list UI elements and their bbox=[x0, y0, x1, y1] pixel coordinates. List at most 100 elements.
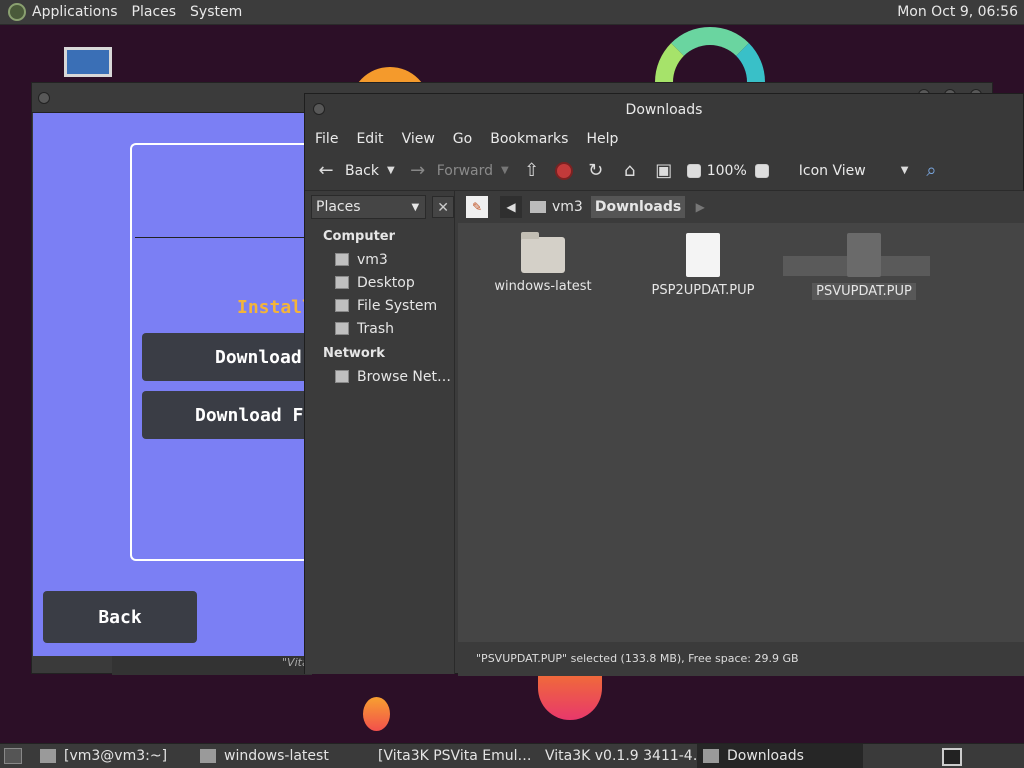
back-history-dropdown-icon[interactable]: ▼ bbox=[387, 165, 395, 176]
search-icon: ⌕ bbox=[926, 159, 937, 181]
menubar: File Edit View Go Bookmarks Help bbox=[305, 126, 1023, 151]
menu-go[interactable]: Go bbox=[453, 131, 472, 147]
download-firmware-button[interactable]: Download Fo bbox=[142, 391, 312, 439]
file-name: PSP2UPDAT.PUP bbox=[651, 283, 755, 298]
status-bar: "PSVUPDAT.PUP" selected (133.8 MB), Free… bbox=[458, 642, 1024, 676]
file-name: PSVUPDAT.PUP bbox=[812, 283, 916, 300]
back-button[interactable]: ← Back ▼ bbox=[315, 160, 395, 182]
sidebar: Places ▼ ✕ Computer vm3 Desktop File Sys… bbox=[305, 191, 455, 674]
workspace-switcher[interactable] bbox=[942, 748, 962, 766]
window-menu-icon[interactable] bbox=[38, 92, 50, 104]
trash-icon bbox=[335, 322, 349, 335]
network-icon bbox=[335, 370, 349, 383]
path-item-vm3[interactable]: vm3 bbox=[526, 196, 587, 218]
zoom-control[interactable]: 100% bbox=[686, 162, 775, 179]
taskbar-item-terminal[interactable]: [vm3@vm3:~] bbox=[24, 744, 194, 768]
menu-file[interactable]: File bbox=[315, 131, 338, 147]
stop-icon bbox=[554, 161, 573, 180]
search-button[interactable]: ⌕ bbox=[920, 160, 942, 182]
computer-icon: ▣ bbox=[655, 159, 673, 181]
home-folder-icon: ⌂ bbox=[624, 159, 636, 181]
view-mode-value: Icon View bbox=[798, 162, 866, 179]
taskbar-item-vita3k-emulator[interactable]: [Vita3K PSVita Emul… bbox=[364, 744, 531, 768]
window-body: Places ▼ ✕ Computer vm3 Desktop File Sys… bbox=[305, 191, 1024, 676]
vita3k-client-area: Install Download Download Fo Back bbox=[33, 113, 330, 656]
path-item-downloads[interactable]: Downloads bbox=[590, 196, 686, 218]
computer-button[interactable]: ▣ bbox=[653, 160, 675, 182]
file-icon bbox=[847, 233, 881, 277]
folder-icon bbox=[200, 749, 216, 763]
top-panel: Applications Places System Mon Oct 9, 06… bbox=[0, 0, 1024, 25]
up-button[interactable]: ⇧ bbox=[521, 160, 543, 182]
menu-bookmarks[interactable]: Bookmarks bbox=[490, 131, 568, 147]
menu-edit[interactable]: Edit bbox=[356, 131, 383, 147]
chevron-down-icon: ▼ bbox=[900, 165, 909, 176]
path-item-label: vm3 bbox=[552, 199, 583, 215]
taskbar-item-label: Vita3K v0.1.9 3411-4… bbox=[545, 748, 697, 764]
menu-system[interactable]: System bbox=[190, 4, 242, 20]
sidebar-type-select[interactable]: Places ▼ bbox=[311, 195, 427, 219]
back-button[interactable]: Back bbox=[43, 591, 197, 643]
sidebar-item-label: vm3 bbox=[357, 251, 388, 268]
close-sidebar-button[interactable]: ✕ bbox=[432, 196, 454, 218]
view-mode-select[interactable]: Icon View ▼ bbox=[793, 163, 909, 179]
menu-view[interactable]: View bbox=[402, 131, 435, 147]
up-arrow-icon: ⇧ bbox=[524, 159, 540, 181]
sidebar-item-file-system[interactable]: File System bbox=[305, 294, 454, 317]
zoom-in-icon[interactable] bbox=[754, 163, 769, 178]
chevron-down-icon: ▼ bbox=[411, 201, 420, 213]
wallpaper-pink-shape bbox=[538, 675, 602, 720]
taskbar-item-vita3k-main[interactable]: Vita3K v0.1.9 3411-4… bbox=[531, 744, 697, 768]
menu-places[interactable]: Places bbox=[132, 4, 177, 20]
computer-desktop-icon[interactable] bbox=[64, 47, 112, 77]
window-title: Downloads bbox=[625, 102, 703, 118]
path-scroll-right-button[interactable]: ▶ bbox=[689, 196, 711, 218]
home-folder-icon bbox=[530, 201, 546, 213]
taskbar-item-windows-latest[interactable]: windows-latest bbox=[194, 744, 364, 768]
taskbar-item-label: [Vita3K PSVita Emul… bbox=[378, 748, 531, 764]
taskbar-item-label: Downloads bbox=[727, 748, 804, 764]
sidebar-item-trash[interactable]: Trash bbox=[305, 317, 454, 340]
back-label: Back bbox=[345, 162, 379, 179]
taskbar-item-downloads[interactable]: Downloads bbox=[697, 743, 863, 768]
vita3k-status: "Vita bbox=[112, 656, 312, 675]
menu-help[interactable]: Help bbox=[586, 131, 618, 147]
sidebar-item-browse-network[interactable]: Browse Net… bbox=[305, 365, 454, 388]
location-toggle-button[interactable]: ✎ bbox=[466, 196, 488, 218]
folder-icon bbox=[521, 232, 565, 273]
forward-button[interactable]: → Forward ▼ bbox=[407, 160, 509, 182]
clock[interactable]: Mon Oct 9, 06:56 bbox=[897, 4, 1018, 20]
menu-applications[interactable]: Applications bbox=[32, 4, 118, 20]
sidebar-item-label: File System bbox=[357, 297, 438, 314]
terminal-icon bbox=[40, 749, 56, 763]
sidebar-section-computer: Computer bbox=[323, 229, 396, 244]
reload-icon: ↻ bbox=[588, 159, 604, 181]
taskbar-item-label: windows-latest bbox=[224, 748, 329, 764]
window-titlebar[interactable]: Downloads bbox=[305, 94, 1023, 126]
file-grid: windows-latest PSP2UPDAT.PUP PSVUPDAT.PU… bbox=[458, 223, 1024, 644]
file-item-folder[interactable]: windows-latest bbox=[468, 232, 618, 294]
distro-logo-icon[interactable] bbox=[8, 3, 26, 21]
wallpaper-small-shape bbox=[363, 697, 390, 731]
home-folder-icon bbox=[335, 253, 349, 266]
file-name: windows-latest bbox=[494, 279, 592, 294]
zoom-out-icon[interactable] bbox=[686, 163, 701, 178]
path-bar: ✎ ◀ vm3 Downloads ▶ bbox=[458, 191, 1024, 223]
path-scroll-left-button[interactable]: ◀ bbox=[500, 196, 522, 218]
file-view: ✎ ◀ vm3 Downloads ▶ windows-latest PSP2U… bbox=[458, 191, 1024, 676]
forward-history-dropdown-icon[interactable]: ▼ bbox=[501, 165, 509, 176]
file-icon bbox=[686, 233, 720, 277]
zoom-level: 100% bbox=[706, 162, 747, 179]
sidebar-item-vm3[interactable]: vm3 bbox=[305, 248, 454, 271]
forward-label: Forward bbox=[436, 162, 494, 179]
sidebar-item-desktop[interactable]: Desktop bbox=[305, 271, 454, 294]
stop-button[interactable] bbox=[554, 161, 573, 180]
file-item-psp2updat[interactable]: PSP2UPDAT.PUP bbox=[628, 233, 778, 298]
home-button[interactable]: ⌂ bbox=[619, 160, 641, 182]
file-item-psvupdat[interactable]: PSVUPDAT.PUP bbox=[789, 233, 939, 300]
show-desktop-button[interactable] bbox=[4, 748, 22, 764]
download-button[interactable]: Download bbox=[142, 333, 312, 381]
reload-button[interactable]: ↻ bbox=[585, 160, 607, 182]
drive-icon bbox=[335, 299, 349, 312]
sidebar-section-network: Network bbox=[323, 346, 385, 361]
